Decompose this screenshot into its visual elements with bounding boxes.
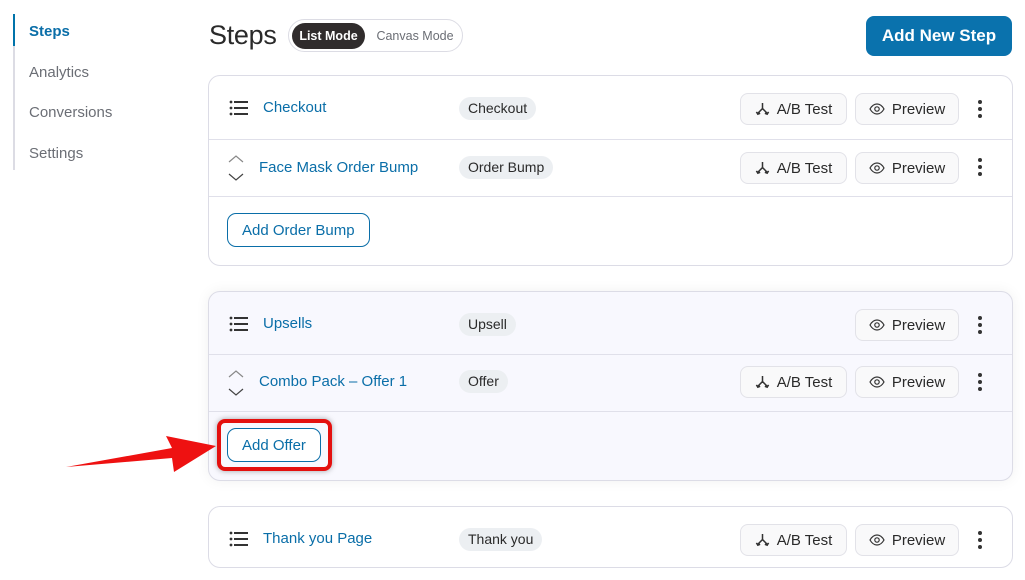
preview-button[interactable]: Preview <box>855 366 959 398</box>
step-row: Upsells Upsell Preview <box>209 292 1012 354</box>
split-arrows-icon <box>755 161 769 174</box>
chevron-up-down-icon[interactable] <box>227 153 245 183</box>
list-icon[interactable] <box>229 100 249 116</box>
annotation-highlight-box <box>217 419 332 471</box>
add-new-step-button[interactable]: Add New Step <box>866 16 1012 56</box>
sidebar-item-steps[interactable]: Steps <box>29 23 70 40</box>
list-mode-button[interactable]: List Mode <box>292 23 365 49</box>
kebab-icon[interactable] <box>972 157 988 177</box>
sub-step-name-link[interactable]: Combo Pack – Offer 1 <box>259 373 407 390</box>
annotation-arrow-icon <box>66 436 216 472</box>
preview-label: Preview <box>891 159 946 177</box>
ab-test-button[interactable]: A/B Test <box>740 366 847 398</box>
step-type-badge: Checkout <box>459 97 537 120</box>
kebab-icon[interactable] <box>972 372 988 392</box>
sidebar-nav: Steps Analytics Conversions Settings <box>13 14 173 170</box>
ab-test-button[interactable]: A/B Test <box>740 524 847 556</box>
eye-icon <box>869 534 885 546</box>
step-row: Checkout Checkout A/B Test Preview <box>209 76 1012 139</box>
chevron-up-down-icon[interactable] <box>227 368 245 398</box>
preview-label: Preview <box>891 373 946 391</box>
step-type-badge: Thank you <box>459 528 543 551</box>
active-indicator <box>13 14 15 46</box>
kebab-icon[interactable] <box>972 315 988 335</box>
step-name-link[interactable]: Thank you Page <box>263 530 372 547</box>
preview-label: Preview <box>891 100 946 118</box>
sub-step-row: Combo Pack – Offer 1 Offer A/B Test Prev… <box>209 355 1012 411</box>
add-order-bump-button[interactable]: Add Order Bump <box>227 213 370 247</box>
preview-button[interactable]: Preview <box>855 93 959 125</box>
preview-button[interactable]: Preview <box>855 152 959 184</box>
mode-toggle: List Mode Canvas Mode <box>288 19 463 52</box>
kebab-icon[interactable] <box>972 530 988 550</box>
sidebar-item-settings[interactable]: Settings <box>29 145 83 162</box>
ab-test-button[interactable]: A/B Test <box>740 93 847 125</box>
split-arrows-icon <box>755 102 769 115</box>
ab-test-button[interactable]: A/B Test <box>740 152 847 184</box>
eye-icon <box>869 162 885 174</box>
ab-test-label: A/B Test <box>776 373 833 391</box>
canvas-mode-button[interactable]: Canvas Mode <box>371 23 459 49</box>
step-name-link[interactable]: Checkout <box>263 99 326 116</box>
step-row: Thank you Page Thank you A/B Test Previe… <box>209 507 1012 569</box>
page-title: Steps <box>209 20 277 50</box>
sub-step-name-link[interactable]: Face Mask Order Bump <box>259 159 418 176</box>
step-name-link[interactable]: Upsells <box>263 315 312 332</box>
eye-icon <box>869 319 885 331</box>
preview-label: Preview <box>891 531 946 549</box>
step-card-thank-you: Thank you Page Thank you A/B Test Previe… <box>208 506 1013 568</box>
sidebar-item-conversions[interactable]: Conversions <box>29 104 112 121</box>
ab-test-label: A/B Test <box>776 100 833 118</box>
list-icon[interactable] <box>229 316 249 332</box>
divider <box>209 196 1012 197</box>
divider <box>209 411 1012 412</box>
step-type-badge: Order Bump <box>459 156 554 179</box>
eye-icon <box>869 103 885 115</box>
ab-test-label: A/B Test <box>776 159 833 177</box>
preview-label: Preview <box>891 316 946 334</box>
ab-test-label: A/B Test <box>776 531 833 549</box>
step-card-checkout: Checkout Checkout A/B Test Preview Face … <box>208 75 1013 266</box>
sidebar-item-analytics[interactable]: Analytics <box>29 64 89 81</box>
preview-button[interactable]: Preview <box>855 309 959 341</box>
split-arrows-icon <box>755 533 769 546</box>
list-icon[interactable] <box>229 531 249 547</box>
step-type-badge: Offer <box>459 370 508 393</box>
preview-button[interactable]: Preview <box>855 524 959 556</box>
eye-icon <box>869 376 885 388</box>
sub-step-row: Face Mask Order Bump Order Bump A/B Test… <box>209 140 1012 197</box>
split-arrows-icon <box>755 375 769 388</box>
kebab-icon[interactable] <box>972 99 988 119</box>
step-type-badge: Upsell <box>459 313 516 336</box>
